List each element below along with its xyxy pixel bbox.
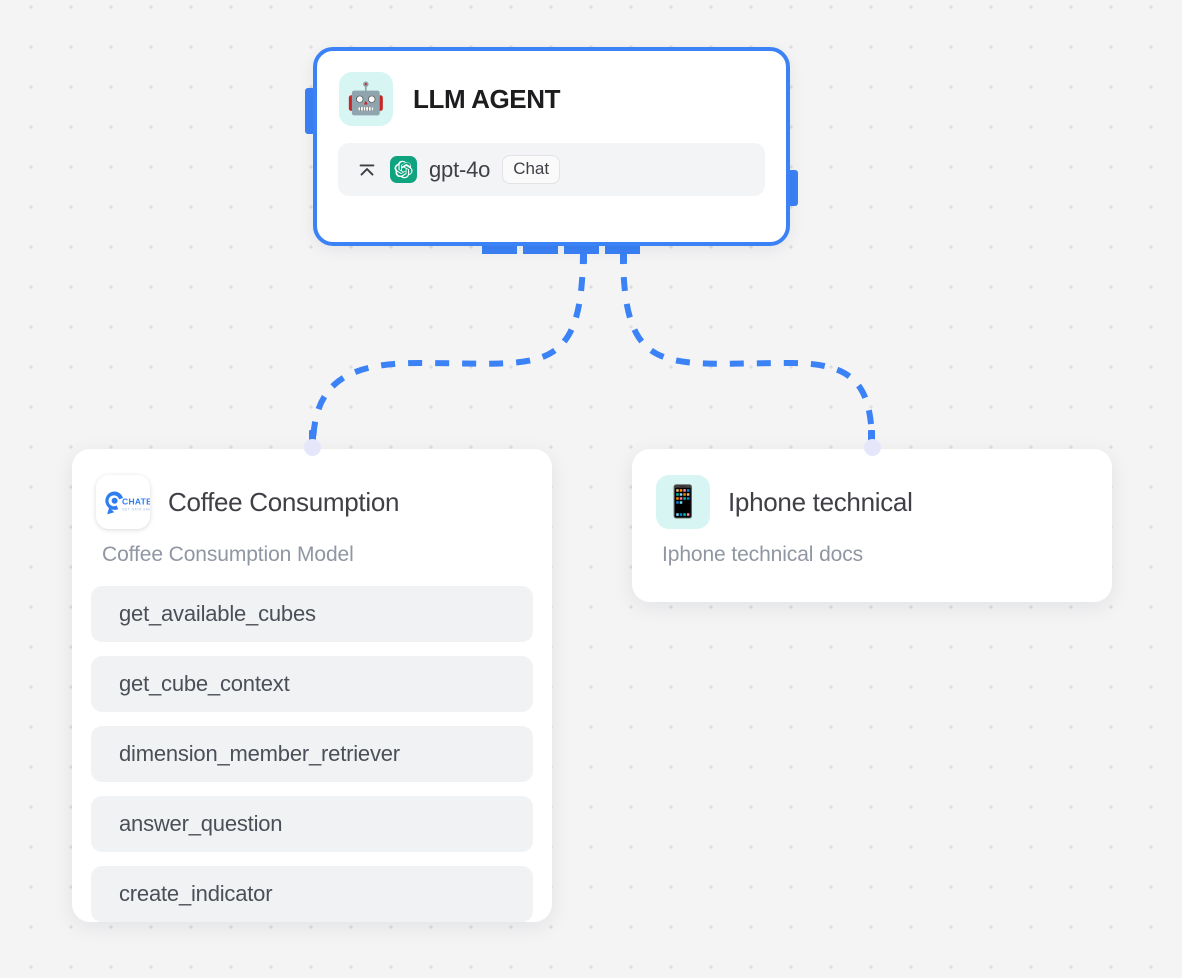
agent-edge-stem-left bbox=[580, 250, 587, 264]
doc-node-title: Iphone technical bbox=[728, 486, 913, 517]
collapse-up-icon[interactable] bbox=[356, 159, 378, 181]
list-item[interactable]: answer_question bbox=[91, 796, 533, 852]
model-type-badge: Chat bbox=[502, 155, 561, 184]
mobile-phone-emoji-icon: 📱 bbox=[656, 475, 710, 529]
agent-handle-bottom-2[interactable] bbox=[523, 246, 558, 254]
flow-canvas[interactable]: 🤖 LLM AGENT gpt-4o Chat CHATB GET DATA S… bbox=[0, 0, 1182, 978]
edge-agent-to-tool bbox=[310, 249, 586, 448]
list-item[interactable]: get_available_cubes bbox=[91, 586, 533, 642]
tool-list: get_available_cubes get_cube_context dim… bbox=[72, 586, 552, 922]
edge-agent-to-doc bbox=[620, 249, 875, 448]
agent-handle-bottom-1[interactable] bbox=[482, 246, 517, 254]
agent-header: 🤖 LLM AGENT bbox=[317, 51, 786, 126]
doc-node-header: 📱 Iphone technical bbox=[632, 449, 1112, 529]
agent-title: LLM AGENT bbox=[413, 83, 561, 114]
llm-agent-node[interactable]: 🤖 LLM AGENT gpt-4o Chat bbox=[313, 47, 790, 246]
list-item[interactable]: get_cube_context bbox=[91, 656, 533, 712]
openai-logo-icon bbox=[390, 156, 417, 183]
coffee-consumption-tool-node[interactable]: CHATBI GET DATA SMART Coffee Consumption… bbox=[72, 449, 552, 922]
tool-node-header: CHATBI GET DATA SMART Coffee Consumption bbox=[72, 449, 552, 529]
model-name: gpt-4o bbox=[429, 156, 491, 182]
chatbi-logo-icon: CHATBI GET DATA SMART bbox=[96, 475, 150, 529]
svg-text:CHATBI: CHATBI bbox=[122, 497, 150, 507]
tool-node-target-handle[interactable] bbox=[304, 439, 321, 456]
list-item[interactable]: create_indicator bbox=[91, 866, 533, 922]
tool-node-subtitle: Coffee Consumption Model bbox=[102, 543, 354, 566]
doc-node-subtitle: Iphone technical docs bbox=[662, 543, 864, 566]
tool-node-title: Coffee Consumption bbox=[168, 486, 400, 517]
doc-node-target-handle[interactable] bbox=[864, 439, 881, 456]
list-item[interactable]: dimension_member_retriever bbox=[91, 726, 533, 782]
robot-emoji-icon: 🤖 bbox=[339, 72, 393, 126]
agent-edge-stem-right bbox=[620, 250, 627, 264]
model-row[interactable]: gpt-4o Chat bbox=[338, 143, 765, 196]
iphone-technical-doc-node[interactable]: 📱 Iphone technical Iphone technical docs bbox=[632, 449, 1112, 602]
svg-text:GET DATA SMART: GET DATA SMART bbox=[122, 508, 150, 512]
